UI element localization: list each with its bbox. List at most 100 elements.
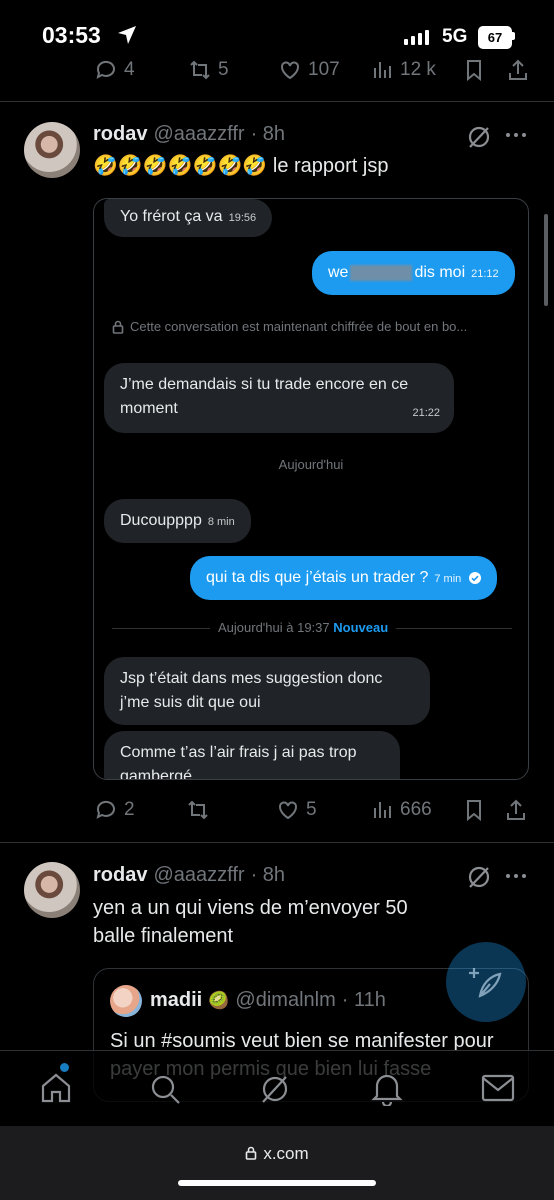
message-time: 19:56 [228,212,257,224]
message-received: J’me demandais si tu trade encore en ce … [104,363,454,433]
lock-icon [246,1146,257,1160]
grok-icon[interactable] [258,1072,292,1111]
tweet-header: rodav @aaazzffr · 8h [93,123,285,146]
status-time: 03:53 [42,22,101,48]
encryption-notice: Cette conversation est maintenant chiffr… [112,319,467,334]
network-type: 5G [442,26,468,47]
new-divider-time: Aujourd'hui à 19:37 [218,620,330,635]
retweet-count: 5 [218,59,229,80]
avatar[interactable] [110,985,142,1017]
like-button[interactable]: 5 [276,798,317,822]
battery-icon: 67 [478,26,512,49]
more-options-icon[interactable] [504,125,528,150]
redacted-blur [350,264,413,281]
author-name[interactable]: madii [150,989,202,1012]
bookmark-icon [467,800,481,822]
message-received: Ducoupppp 8 min [104,499,251,543]
author-handle[interactable]: @aaazzffr [153,123,244,146]
heart-icon [281,61,299,80]
grok-icon[interactable] [466,864,492,895]
heart-icon [279,801,297,820]
url-text: x.com [263,1144,309,1163]
cellular-signal-icon [404,30,429,45]
more-options-icon[interactable] [504,866,528,891]
message-time: 21:22 [412,407,440,419]
author-handle[interactable]: @aaazzffr [153,864,244,887]
message-text: qui ta dis que j’étais un trader ? [206,569,429,586]
battery-tip [512,32,515,40]
message-sent: we dis moi 21:12 [312,251,515,295]
share-icon [507,799,525,820]
notification-dot [60,1063,69,1072]
tweet-text: 🤣🤣🤣🤣🤣🤣🤣 le rapport jsp [93,155,389,177]
search-icon[interactable] [148,1072,182,1111]
bookmark-button[interactable] [462,798,486,822]
author-handle[interactable]: @dimalnlm [235,989,335,1012]
message-text: dis moi [414,264,466,281]
share-button[interactable] [504,798,528,822]
grok-icon[interactable] [466,124,492,155]
new-label: Nouveau [333,620,389,635]
home-indicator [178,1180,376,1186]
compose-feather-icon[interactable] [466,962,506,1007]
view-count: 666 [400,799,432,820]
message-text: Yo frérot ça va [120,208,223,225]
prev-tweet-actions: 4 5 107 12 k [0,58,554,88]
message-text: Ducoupppp [120,512,202,529]
message-text: we [328,264,349,281]
reply-count: 2 [124,799,135,820]
share-button[interactable] [506,58,530,82]
like-count: 5 [306,799,317,820]
like-count: 107 [308,59,340,80]
encryption-text: Cette conversation est maintenant chiffr… [130,319,468,334]
read-check-icon [468,571,481,584]
views-icon [374,802,391,818]
message-received: Comme t’as l’air frais j ai pas trop gam… [104,731,400,780]
bookmark-icon [467,60,481,82]
message-time: 21:12 [471,268,499,280]
divider [0,842,554,843]
views-button[interactable]: 666 [370,798,432,822]
message-text: J’me demandais si tu trade encore en ce … [120,376,409,417]
message-received: Jsp t’était dans mes suggestion donc j’m… [104,657,430,725]
bookmark-button[interactable] [462,58,486,82]
date-separator: Aujourd'hui [278,457,344,472]
message-sent: qui ta dis que j’étais un trader ? 7 min [190,556,497,600]
avatar[interactable] [24,862,80,918]
views-button[interactable]: 12 k [370,58,436,82]
messages-envelope-icon[interactable] [480,1073,516,1108]
retweet-icon [188,800,208,820]
location-arrow-icon [116,24,138,51]
message-received: Yo frérot ça va 19:56 [104,199,273,237]
reply-icon [96,800,115,819]
home-icon[interactable] [38,1070,74,1111]
attached-dm-screenshot[interactable]: Yo frérot ça va 19:56 we dis moi 21:12 Cett… [93,198,529,780]
lock-icon [112,320,124,334]
reply-button[interactable]: 2 [94,798,135,822]
tweet-time[interactable]: · 11h [342,989,386,1012]
views-icon [374,62,391,78]
reply-count: 4 [124,59,135,80]
message-text: Comme t’as l’air frais j ai pas trop gam… [120,744,357,780]
tweet-actions: 2 5 666 [0,798,554,828]
view-count: 12 k [400,59,436,80]
message-time: 7 min [434,573,462,585]
tweet-time[interactable]: · 8h [251,864,285,887]
avatar[interactable] [24,122,80,178]
retweet-button[interactable] [186,798,210,822]
scrollbar[interactable] [544,214,548,306]
retweet-icon [190,60,210,80]
author-name[interactable]: rodav [93,123,147,146]
notifications-bell-icon[interactable] [370,1070,404,1111]
reply-icon [96,60,115,79]
author-name[interactable]: rodav [93,864,147,887]
retweet-button[interactable]: 5 [188,58,229,82]
message-time: 8 min [207,516,235,528]
new-messages-divider: Aujourd'hui à 19:37 Nouveau [210,620,397,635]
tweet-time[interactable]: · 8h [251,123,285,146]
like-button[interactable]: 107 [278,58,340,82]
tweet-header: rodav @aaazzffr · 8h [93,864,285,887]
url-display[interactable]: x.com [0,1144,554,1164]
reply-button[interactable]: 4 [94,58,135,82]
divider [0,101,554,102]
